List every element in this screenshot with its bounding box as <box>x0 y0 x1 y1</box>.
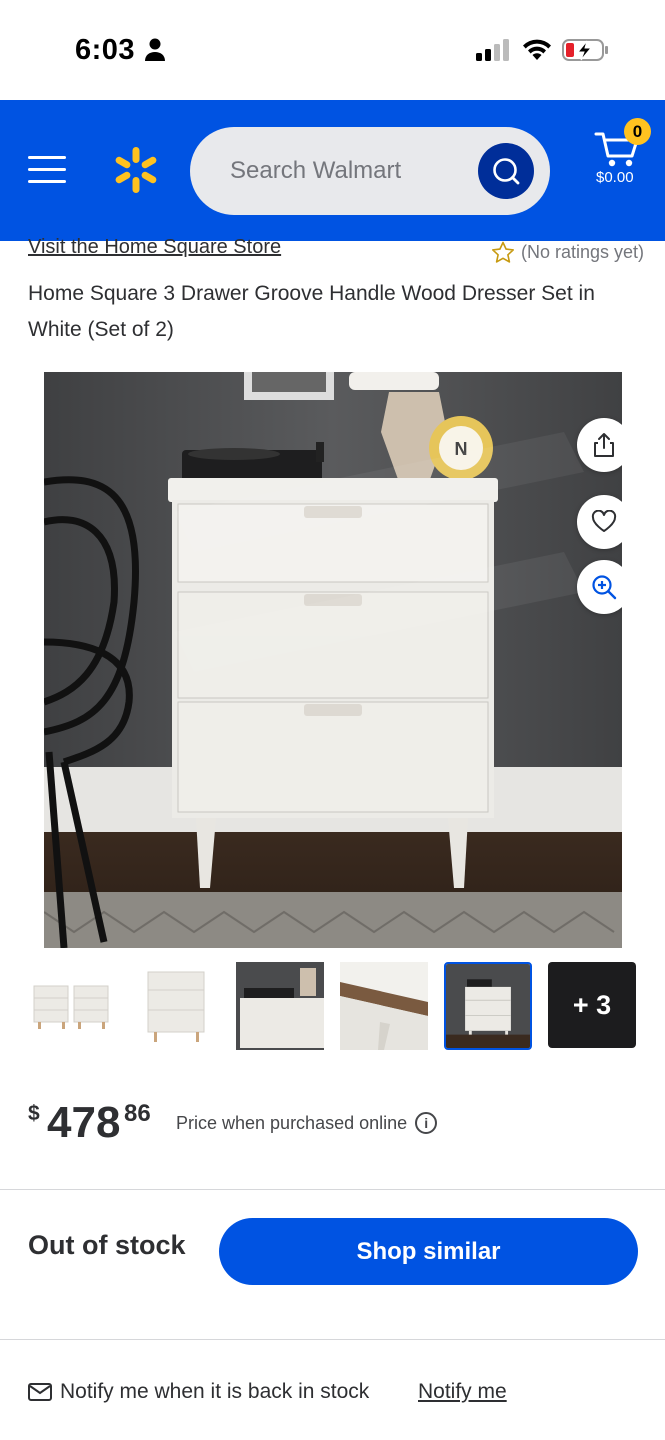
stock-status: Out of stock <box>28 1230 186 1260</box>
product-title: Home Square 3 Drawer Groove Handle Wood … <box>28 282 595 341</box>
share-icon <box>594 433 614 457</box>
notify-text: Notify me when it is back in stock <box>60 1380 370 1403</box>
menu-icon[interactable] <box>28 156 66 186</box>
cart-count-badge: 0 <box>624 118 651 145</box>
search-input[interactable] <box>230 153 460 189</box>
person-icon <box>145 38 165 61</box>
search-button[interactable] <box>478 143 534 199</box>
info-icon[interactable]: i <box>415 1112 438 1134</box>
price-note: Price when purchased online i <box>176 1112 438 1134</box>
mail-icon <box>28 1383 52 1401</box>
more-images-label: + 3 <box>572 989 612 1020</box>
price-cents: 86 <box>124 1100 151 1127</box>
cart-total[interactable]: $0.00 <box>596 169 634 186</box>
shop-similar-button[interactable]: Shop similar <box>219 1218 638 1285</box>
price-currency: $ <box>28 1102 40 1125</box>
product-image[interactable]: N <box>44 372 622 948</box>
wifi-icon <box>523 39 551 60</box>
thumbnail-5[interactable] <box>444 962 532 1050</box>
top-header: 0 $0.00 <box>0 100 665 241</box>
heart-icon <box>591 510 617 532</box>
thumbnail-4[interactable] <box>340 962 428 1050</box>
share-button[interactable] <box>577 418 622 472</box>
ratings[interactable]: (No ratings yet) <box>491 241 644 264</box>
notify-row: Notify me when it is back in stock <box>28 1380 369 1404</box>
notify-me-link[interactable]: Notify me <box>418 1380 507 1404</box>
price-note-text: Price when purchased online <box>176 1112 408 1133</box>
divider <box>0 1339 665 1340</box>
walmart-spark-icon[interactable] <box>111 145 161 195</box>
search-bar <box>190 127 550 215</box>
price-dollars: 478 <box>47 1098 121 1147</box>
signal-icon <box>476 39 509 61</box>
thumbnail-2[interactable] <box>132 962 220 1050</box>
star-icon <box>492 241 514 263</box>
status-bar: 6:03 <box>0 0 665 100</box>
zoom-button[interactable] <box>577 560 622 614</box>
divider <box>0 1189 665 1190</box>
zoom-in-icon <box>592 575 617 600</box>
store-link[interactable]: Visit the Home Square Store <box>28 236 281 259</box>
search-icon <box>493 158 520 185</box>
image-thumbnails: + 3 <box>28 962 638 1050</box>
ratings-text: (No ratings yet) <box>521 242 645 262</box>
favorite-button[interactable] <box>577 495 622 549</box>
more-images-button[interactable]: + 3 <box>548 962 636 1048</box>
thumbnail-1[interactable] <box>28 962 116 1050</box>
status-time: 6:03 <box>75 34 136 66</box>
dresser-photo: N <box>44 372 622 948</box>
battery-charging-icon <box>562 39 608 61</box>
thumbnail-3[interactable] <box>236 962 324 1050</box>
